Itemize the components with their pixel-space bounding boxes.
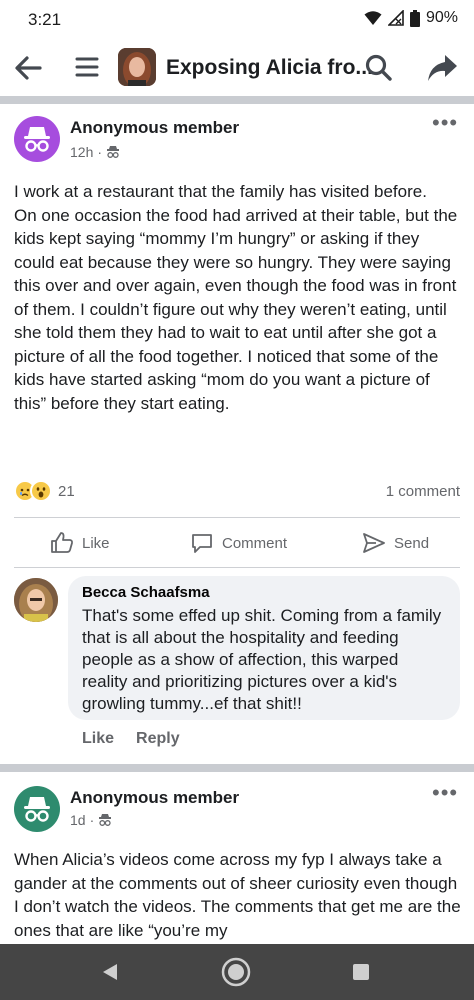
post: Anonymous member 1d · ••• When Alicia’s … — [0, 772, 474, 944]
battery-icon — [409, 9, 420, 27]
wifi-icon — [364, 11, 382, 25]
speech-bubble-icon — [192, 534, 212, 553]
post: Anonymous member 12h · ••• I work at a r… — [0, 104, 474, 764]
arrow-left-icon[interactable] — [12, 52, 44, 84]
comment-like-button[interactable]: Like — [82, 730, 114, 748]
search-icon[interactable] — [364, 53, 394, 83]
incognito-icon — [24, 797, 50, 822]
reaction-summary[interactable]: 21 — [14, 480, 75, 502]
paper-plane-icon — [363, 533, 385, 553]
more-options-icon[interactable]: ••• — [432, 782, 458, 804]
nav-recents-icon[interactable] — [352, 963, 370, 981]
divider — [14, 517, 460, 518]
hamburger-menu-icon[interactable] — [74, 54, 100, 80]
signal-icon — [387, 10, 404, 26]
separator — [0, 96, 474, 104]
post-body: When Alicia’s videos come across my fyp … — [14, 848, 464, 942]
commenter-avatar[interactable] — [14, 578, 58, 622]
reaction-count: 21 — [58, 482, 75, 500]
comment-label: Comment — [222, 534, 288, 552]
group-header: Exposing Alicia fro... — [0, 40, 474, 96]
comment-reply-button[interactable]: Reply — [136, 730, 180, 748]
post-paragraph: When Alicia’s videos come across my fyp … — [14, 850, 461, 940]
comment-button[interactable]: Comment — [190, 531, 287, 555]
post-paragraph: I work at a restaurant that the family h… — [14, 182, 427, 201]
send-label: Send — [394, 534, 430, 552]
like-label: Like — [82, 534, 110, 552]
post-time[interactable]: 12h — [70, 144, 93, 160]
post-actions: Like Comment Send — [0, 520, 474, 564]
comment-actions: Like Reply — [82, 730, 180, 748]
send-button[interactable]: Send — [362, 531, 429, 555]
thumbs-up-icon — [51, 532, 73, 553]
more-options-icon[interactable]: ••• — [432, 112, 458, 134]
post-time[interactable]: 1d — [70, 812, 86, 828]
nav-back-icon[interactable] — [100, 962, 120, 982]
battery-percent: 90% — [425, 9, 458, 26]
commenter-name[interactable]: Becca Schaafsma — [82, 584, 446, 601]
comment-text: That's some effed up shit. Coming from a… — [82, 606, 442, 713]
post-paragraph: On one occasion the food had arrived at … — [14, 205, 458, 413]
like-button[interactable]: Like — [50, 531, 110, 555]
status-icons: 90% — [364, 9, 458, 27]
privacy-incognito-icon — [107, 146, 120, 158]
post-body: I work at a restaurant that the family h… — [14, 180, 464, 415]
anonymous-avatar[interactable] — [14, 786, 60, 832]
post-author[interactable]: Anonymous member — [70, 118, 239, 138]
status-bar: 3:21 90% — [0, 0, 474, 38]
post-author[interactable]: Anonymous member — [70, 788, 239, 808]
anonymous-avatar[interactable] — [14, 116, 60, 162]
post-meta: 12h · — [70, 144, 120, 160]
status-time: 3:21 — [28, 10, 62, 29]
comment-bubble[interactable]: Becca Schaafsma That's some effed up shi… — [68, 576, 460, 720]
post-meta: 1d · — [70, 812, 112, 828]
privacy-incognito-icon — [99, 814, 112, 826]
system-nav-bar — [0, 944, 474, 1000]
wow-reaction-icon — [30, 480, 52, 502]
share-icon[interactable] — [426, 53, 458, 83]
group-avatar[interactable] — [118, 48, 156, 86]
incognito-icon — [24, 127, 50, 152]
nav-home-icon[interactable] — [220, 956, 252, 988]
comment-count[interactable]: 1 comment — [386, 483, 460, 500]
separator — [0, 764, 474, 772]
group-title[interactable]: Exposing Alicia fro... — [166, 56, 373, 80]
divider — [14, 567, 460, 568]
